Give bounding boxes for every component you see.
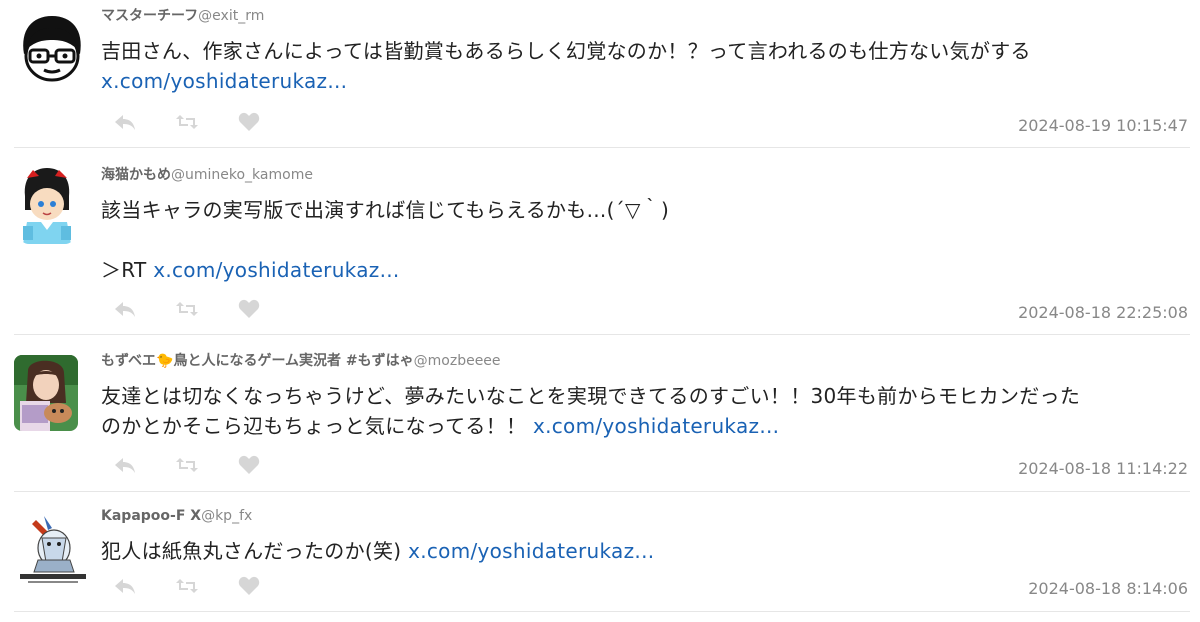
tweet-text-content: 犯人は紙魚丸さんだったのか(笑) <box>101 539 409 563</box>
timestamp[interactable]: 2024-08-18 22:25:08 <box>1018 303 1188 322</box>
retweet-icon[interactable] <box>175 575 199 597</box>
author-handle[interactable]: @umineko_kamome <box>171 167 313 183</box>
reply-icon[interactable] <box>113 111 137 133</box>
author-handle[interactable]: @exit_rm <box>198 8 264 24</box>
author-handle[interactable]: @mozbeeee <box>414 353 501 369</box>
tweet-header: Kapapoo-F X@kp_fx <box>101 507 1190 525</box>
tweet-link[interactable]: x.com/yoshidaterukaz... <box>533 414 779 438</box>
timestamp[interactable]: 2024-08-19 10:15:47 <box>1018 116 1188 135</box>
tweet-body: マスターチーフ@exit_rm 吉田さん、作家さんによっては皆勤賞もあるらしく幻… <box>101 0 1190 96</box>
tweet-item: マスターチーフ@exit_rm 吉田さん、作家さんによっては皆勤賞もあるらしく幻… <box>14 0 1190 148</box>
avatar[interactable] <box>14 510 92 588</box>
heart-icon[interactable] <box>237 298 261 320</box>
tweet-header: 海猫かもめ@umineko_kamome <box>101 166 1190 184</box>
timestamp[interactable]: 2024-08-18 8:14:06 <box>1028 579 1188 598</box>
rt-prefix: ＞RT <box>101 258 154 282</box>
avatar[interactable] <box>14 355 78 431</box>
timestamp[interactable]: 2024-08-18 11:14:22 <box>1018 459 1188 478</box>
tweet-link[interactable]: x.com/yoshidaterukaz... <box>153 258 399 282</box>
author-name[interactable]: もずベエ🐤鳥と人になるゲーム実況者 #もずはゃ <box>101 353 414 369</box>
tweet-item: 海猫かもめ@umineko_kamome 該当キャラの実写版で出演すれば信じても… <box>14 148 1190 335</box>
reply-icon[interactable] <box>113 298 137 320</box>
tweet-text-line1: 友達とは切なくなっちゃうけど、夢みたいなことを実現できてるのすごい！！30年も前… <box>101 384 1081 408</box>
tweet-body: 海猫かもめ@umineko_kamome 該当キャラの実写版で出演すれば信じても… <box>101 148 1190 285</box>
author-name[interactable]: マスターチーフ <box>101 8 198 24</box>
tweet-body: Kapapoo-F X@kp_fx 犯人は紙魚丸さんだったのか(笑) x.com… <box>101 492 1190 566</box>
tweet-header: マスターチーフ@exit_rm <box>101 7 1190 25</box>
tweet-actions <box>113 297 261 321</box>
tweet-link[interactable]: x.com/yoshidaterukaz... <box>101 69 347 93</box>
tweet-text: 該当キャラの実写版で出演すれば信じてもらえるかも...(´▽｀) ＞RT x.c… <box>101 195 1190 285</box>
tweet-link[interactable]: x.com/yoshidaterukaz... <box>408 539 654 563</box>
retweet-icon[interactable] <box>175 298 199 320</box>
tweet-actions <box>113 453 261 477</box>
avatar[interactable] <box>19 166 75 244</box>
tweet-text: 犯人は紙魚丸さんだったのか(笑) x.com/yoshidaterukaz... <box>101 536 1190 566</box>
retweet-icon[interactable] <box>175 111 199 133</box>
tweet-body: もずベエ🐤鳥と人になるゲーム実況者 #もずはゃ@mozbeeee 友達とは切なく… <box>101 335 1190 441</box>
heart-icon[interactable] <box>237 575 261 597</box>
tweet-header: もずベエ🐤鳥と人になるゲーム実況者 #もずはゃ@mozbeeee <box>101 352 1190 370</box>
author-handle[interactable]: @kp_fx <box>201 508 252 524</box>
author-name[interactable]: 海猫かもめ <box>101 167 171 183</box>
tweet-text: 友達とは切なくなっちゃうけど、夢みたいなことを実現できてるのすごい！！30年も前… <box>101 381 1190 441</box>
tweet-actions <box>113 110 261 134</box>
tweet-text-content: 吉田さん、作家さんによっては皆勤賞もあるらしく幻覚なのか！？って言われるのも仕方… <box>101 39 1031 63</box>
reply-icon[interactable] <box>113 454 137 476</box>
retweet-icon[interactable] <box>175 454 199 476</box>
tweet-text-content: 該当キャラの実写版で出演すれば信じてもらえるかも...(´▽｀) <box>101 198 670 222</box>
heart-icon[interactable] <box>237 111 261 133</box>
tweet-item: もずベエ🐤鳥と人になるゲーム実況者 #もずはゃ@mozbeeee 友達とは切なく… <box>14 335 1190 492</box>
avatar[interactable] <box>14 10 90 86</box>
heart-icon[interactable] <box>237 454 261 476</box>
tweet-text: 吉田さん、作家さんによっては皆勤賞もあるらしく幻覚なのか！？って言われるのも仕方… <box>101 36 1190 96</box>
tweet-item: Kapapoo-F X@kp_fx 犯人は紙魚丸さんだったのか(笑) x.com… <box>14 492 1190 612</box>
tweet-actions <box>113 574 261 598</box>
reply-icon[interactable] <box>113 575 137 597</box>
tweet-text-line2: のかとかそこら辺もちょっと気になってる！！ <box>101 414 533 438</box>
author-name[interactable]: Kapapoo-F X <box>101 508 201 524</box>
